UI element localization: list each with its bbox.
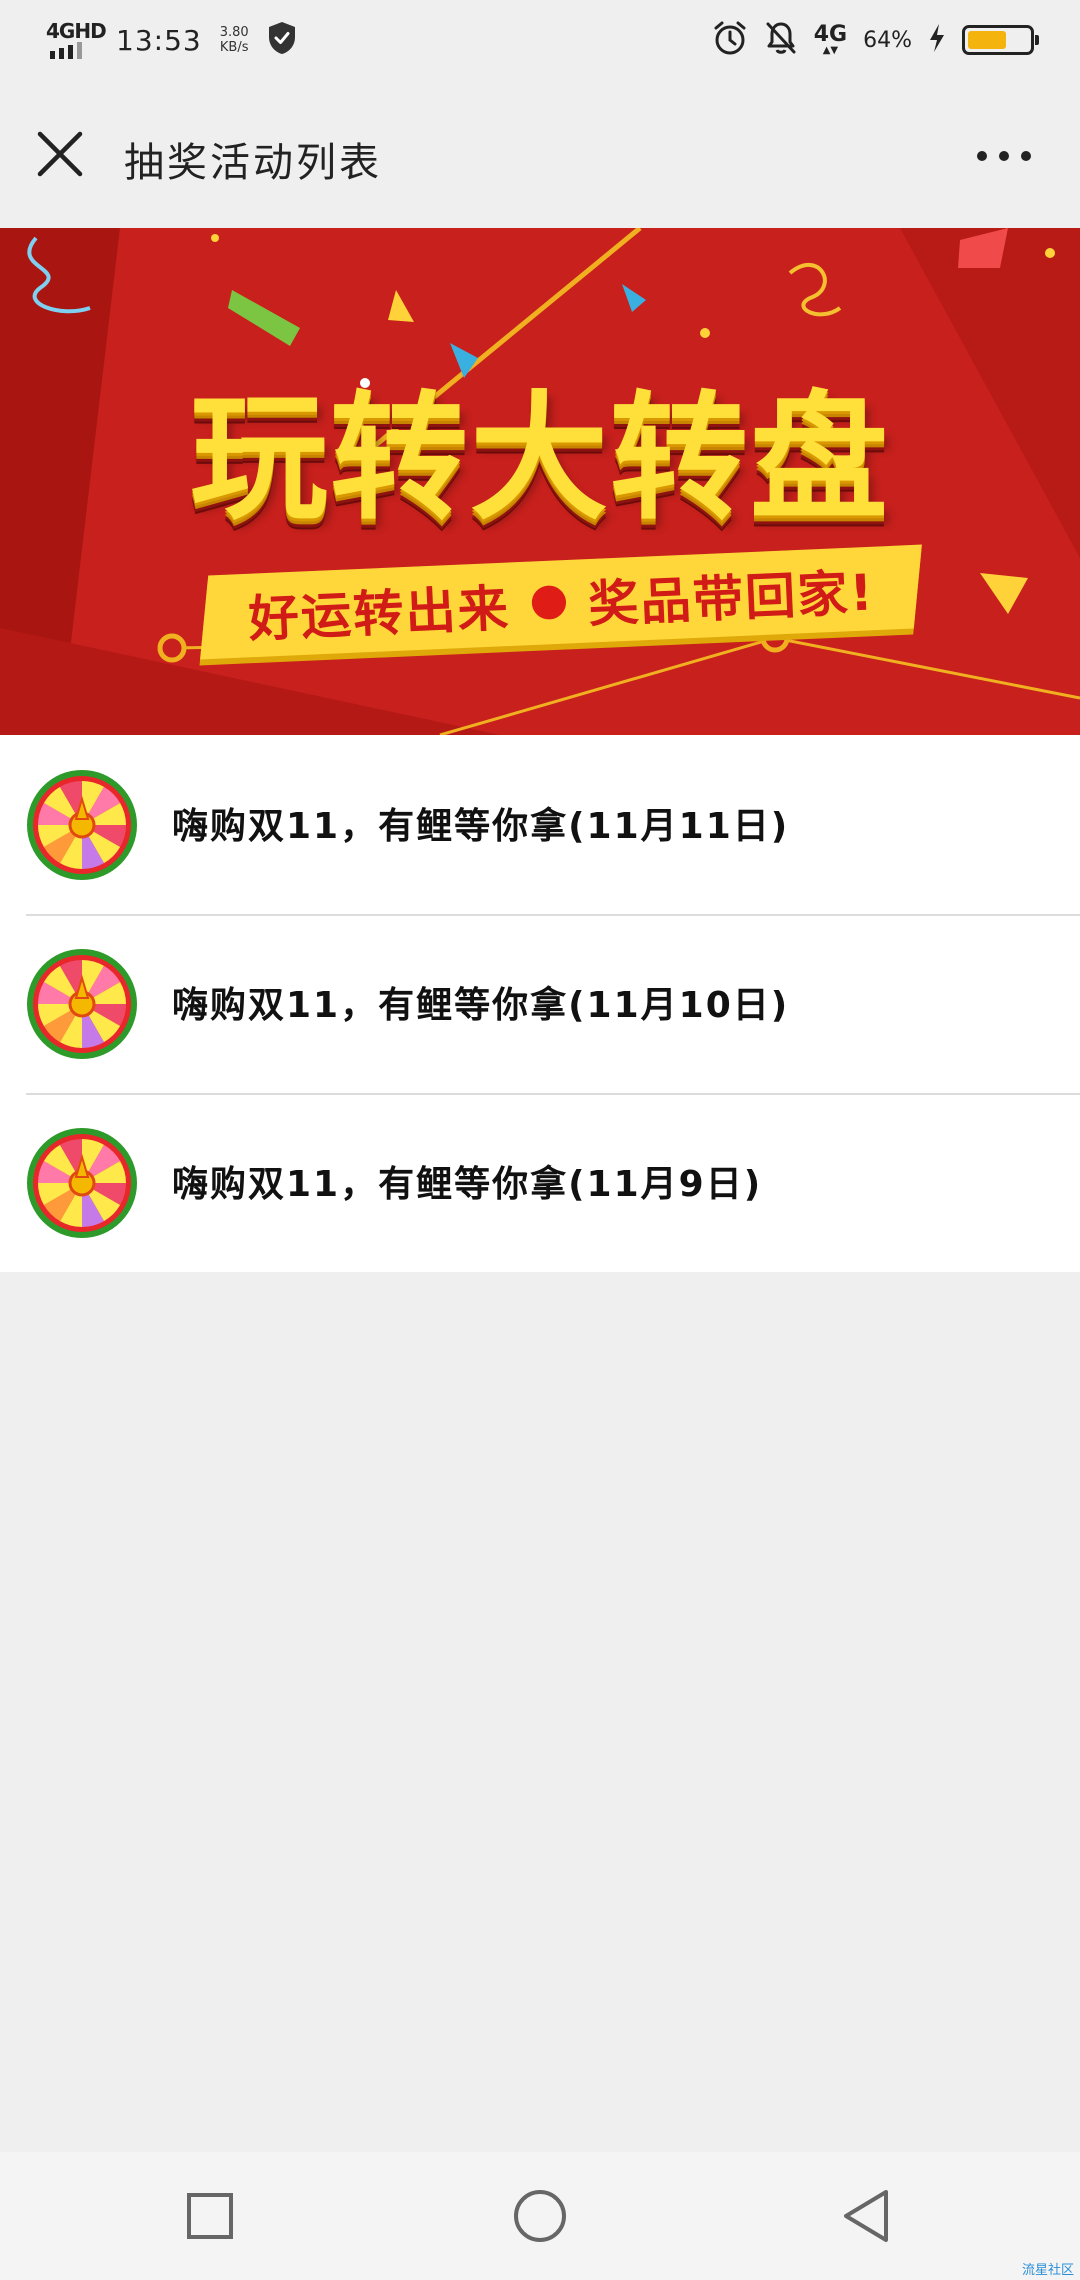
bell-off-icon (764, 20, 798, 60)
back-button[interactable] (826, 2178, 906, 2258)
list-item[interactable]: 嗨购双11，有鲤等你拿(11月11日) (0, 735, 1080, 914)
banner-title: 玩转大转盘 (189, 378, 890, 539)
battery-level (968, 31, 1006, 49)
close-button[interactable] (26, 122, 94, 190)
speed-unit: KB/s (219, 40, 249, 55)
status-bar: 4GHD 13:53 3.80 KB/s 4G ▲▼ 64% (0, 0, 1080, 80)
activity-title: 嗨购双11，有鲤等你拿(11月10日) (172, 985, 790, 1026)
network-type-label: 4GHD (46, 19, 107, 43)
prize-wheel-icon (26, 769, 138, 881)
back-icon (840, 2188, 892, 2248)
more-dots-icon (977, 151, 987, 161)
page-title: 抽奖活动列表 (124, 140, 382, 186)
system-nav-bar: 流星社区 (0, 2152, 1080, 2280)
promo-banner: 玩转大转盘 好运转出来 奖品带回家! (0, 228, 1080, 735)
list-item[interactable]: 嗨购双11，有鲤等你拿(11月9日) (0, 1093, 1080, 1272)
network-signal-icon: 4GHD (46, 19, 107, 61)
home-button[interactable] (500, 2178, 580, 2258)
status-time: 13:53 (116, 23, 202, 57)
shield-icon (267, 21, 297, 59)
activity-title: 嗨购双11，有鲤等你拿(11月9日) (172, 1164, 763, 1205)
red-dot-icon (530, 584, 567, 621)
more-options-button[interactable] (954, 122, 1054, 190)
recent-apps-icon (185, 2191, 235, 2245)
banner-subtitle-right: 奖品带回家! (586, 563, 876, 634)
recent-apps-button[interactable] (170, 2178, 250, 2258)
activity-title: 嗨购双11，有鲤等你拿(11月11日) (172, 806, 790, 847)
home-icon (512, 2188, 568, 2248)
list-item[interactable]: 嗨购双11，有鲤等你拿(11月10日) (0, 914, 1080, 1093)
speed-value: 3.80 (219, 25, 249, 40)
battery-icon (962, 25, 1039, 55)
prize-wheel-icon (26, 948, 138, 1060)
charging-icon (928, 23, 946, 57)
prize-wheel-icon (26, 1127, 138, 1239)
watermark: 流星社区 (1021, 2263, 1074, 2278)
activity-list: 嗨购双11，有鲤等你拿(11月11日) 嗨购双11，有鲤等你拿(11月10日) … (0, 735, 1080, 1272)
network-speed: 3.80 KB/s (220, 25, 249, 55)
title-bar: 抽奖活动列表 (0, 80, 1080, 228)
battery-percent: 64% (863, 27, 912, 53)
mobile-network-label: 4G (813, 22, 848, 47)
alarm-icon (712, 20, 748, 60)
close-icon (37, 131, 83, 181)
status-right: 4G ▲▼ 64% (712, 18, 1039, 62)
status-left: 4GHD 13:53 3.80 KB/s (46, 18, 297, 62)
banner-subtitle-left: 好运转出来 (246, 579, 511, 649)
mobile-data-icon: 4G ▲▼ (813, 22, 848, 56)
